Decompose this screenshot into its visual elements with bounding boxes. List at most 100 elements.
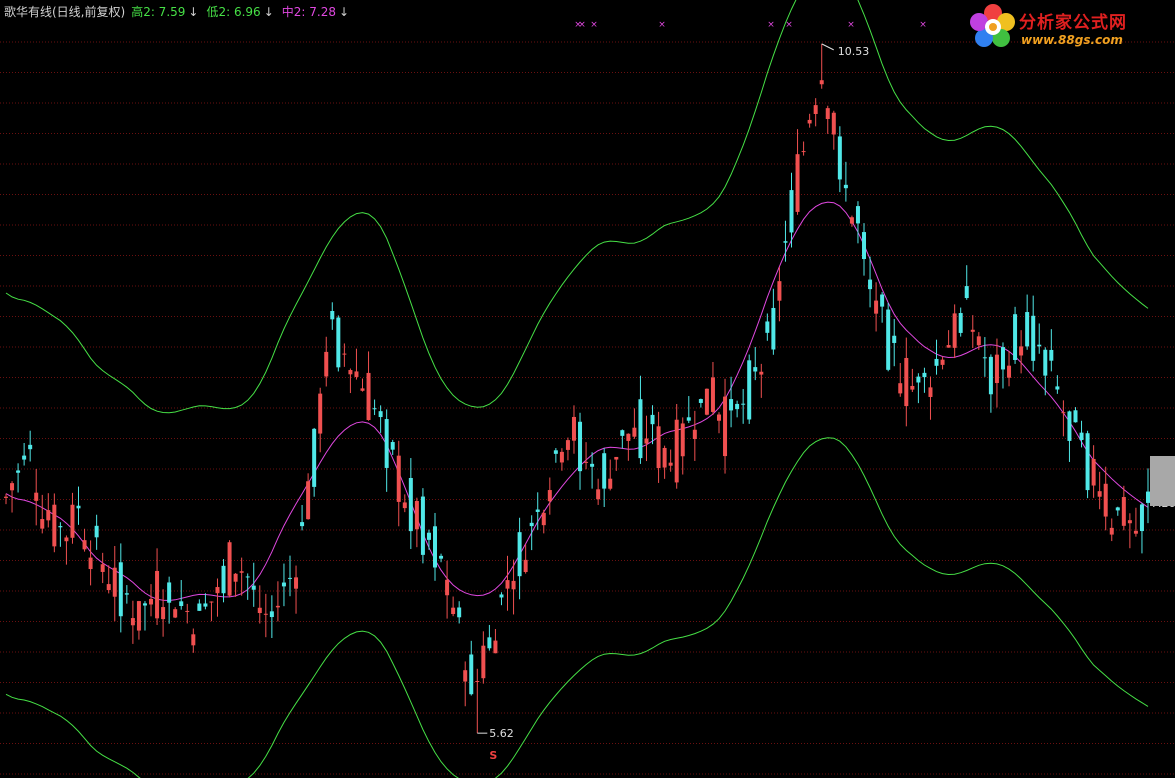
candle-body bbox=[952, 313, 957, 348]
candle-body bbox=[795, 154, 800, 212]
candle-body bbox=[185, 610, 190, 612]
candlestick-chart[interactable]: ×××××××× 10.535.62S7.26 bbox=[0, 0, 1175, 778]
candle-body bbox=[342, 353, 347, 355]
candle-body bbox=[420, 496, 425, 555]
candle-body bbox=[807, 119, 812, 124]
down-arrow-icon: ↓ bbox=[338, 5, 350, 19]
marker-x: × bbox=[658, 20, 666, 30]
candle-body bbox=[64, 537, 69, 542]
candle-body bbox=[632, 427, 637, 437]
min-price-label: 5.62 bbox=[489, 727, 514, 740]
logo-url: www.88gs.com bbox=[1021, 33, 1123, 47]
candle-body bbox=[1133, 530, 1138, 534]
candle-body bbox=[1073, 410, 1078, 423]
marker-x: × bbox=[767, 20, 775, 30]
candle-body bbox=[747, 360, 752, 420]
candle-body bbox=[88, 557, 93, 570]
logo-brand: 分析家公式网 bbox=[1019, 13, 1127, 33]
candle-body bbox=[142, 603, 147, 606]
candle-body bbox=[946, 345, 951, 348]
candle-body bbox=[1049, 349, 1054, 361]
candle-body bbox=[1019, 346, 1024, 356]
indicator-header: 歌华有线(日线,前复权) 高2: 7.59 ↓ 低2: 6.96 ↓ 中2: 7.28 ↓ bbox=[4, 4, 351, 20]
candle-body bbox=[602, 453, 607, 489]
candle-body bbox=[161, 607, 166, 620]
candle-body bbox=[523, 559, 528, 573]
candle-body bbox=[650, 414, 655, 425]
candle-body bbox=[209, 601, 214, 603]
site-logo: 分析家公式网 www.88gs.com bbox=[967, 2, 1167, 52]
candle-body bbox=[100, 564, 105, 572]
candle-body bbox=[203, 603, 208, 607]
candle-body bbox=[668, 462, 673, 466]
buy-signal-marker: S bbox=[489, 749, 497, 762]
candle-body bbox=[789, 190, 794, 233]
candle-body bbox=[390, 442, 395, 450]
candle-body bbox=[698, 399, 703, 403]
candle-body bbox=[837, 136, 842, 180]
candle-body bbox=[547, 490, 552, 502]
candle-body bbox=[348, 370, 353, 375]
lower-band-value: 低2: 6.96 bbox=[206, 5, 261, 19]
candle-body bbox=[76, 505, 81, 509]
candle-body bbox=[777, 281, 782, 301]
candle-body bbox=[28, 444, 33, 450]
band-lines bbox=[5, 0, 1149, 778]
down-arrow-icon: ↓ bbox=[188, 5, 199, 19]
candle-body bbox=[1139, 504, 1144, 532]
candle-body bbox=[710, 377, 715, 412]
top-markers: ×× × × × × × × bbox=[574, 20, 927, 30]
candle-body bbox=[487, 637, 492, 649]
marker-x: × bbox=[590, 20, 598, 30]
candle-body bbox=[819, 80, 824, 85]
candle-body bbox=[868, 279, 873, 290]
candle-body bbox=[118, 562, 123, 617]
candle-body bbox=[862, 232, 867, 260]
candle-body bbox=[227, 542, 232, 596]
candle-body bbox=[136, 601, 141, 631]
candle-body bbox=[716, 414, 721, 421]
candle-body bbox=[1031, 315, 1036, 361]
candle-body bbox=[245, 576, 250, 578]
candle-body bbox=[469, 654, 474, 695]
candle-body bbox=[493, 640, 498, 654]
candle-body bbox=[179, 601, 184, 607]
candle-body bbox=[614, 456, 619, 460]
candle-body bbox=[596, 489, 601, 500]
candle-body bbox=[831, 112, 836, 135]
candle-body bbox=[52, 504, 57, 547]
candle-body bbox=[433, 526, 438, 568]
candle-body bbox=[910, 385, 915, 390]
candle-body bbox=[251, 585, 256, 590]
candle-body bbox=[1085, 433, 1090, 491]
candle-body bbox=[40, 519, 45, 529]
candle-body bbox=[1091, 458, 1096, 486]
mid-line-value: 中2: 7.28 bbox=[281, 5, 336, 19]
candle-body bbox=[306, 481, 311, 520]
candle-body bbox=[233, 573, 238, 582]
candle-body bbox=[505, 580, 510, 589]
marker-x: × bbox=[578, 20, 586, 30]
candle-body bbox=[149, 598, 154, 605]
candle-body bbox=[22, 455, 27, 460]
candle-body bbox=[269, 611, 274, 618]
candle-body bbox=[463, 670, 468, 682]
candle-body bbox=[964, 286, 969, 299]
candle-body bbox=[191, 634, 196, 646]
candle-body bbox=[275, 605, 280, 608]
candle-body bbox=[402, 502, 407, 509]
candles bbox=[4, 43, 1150, 734]
candle-body bbox=[46, 510, 51, 521]
candle-body bbox=[578, 421, 583, 472]
candle-body bbox=[1013, 314, 1018, 360]
candle-body bbox=[680, 423, 685, 457]
candle-body bbox=[197, 603, 202, 611]
upper-band-line bbox=[5, 0, 1149, 414]
candle-body bbox=[735, 403, 740, 410]
candle-body bbox=[94, 525, 99, 538]
candle-body bbox=[1061, 412, 1066, 414]
candle-body bbox=[626, 433, 631, 441]
down-arrow-icon: ↓ bbox=[263, 5, 274, 19]
candle-body bbox=[336, 317, 341, 368]
candle-body bbox=[457, 607, 462, 618]
